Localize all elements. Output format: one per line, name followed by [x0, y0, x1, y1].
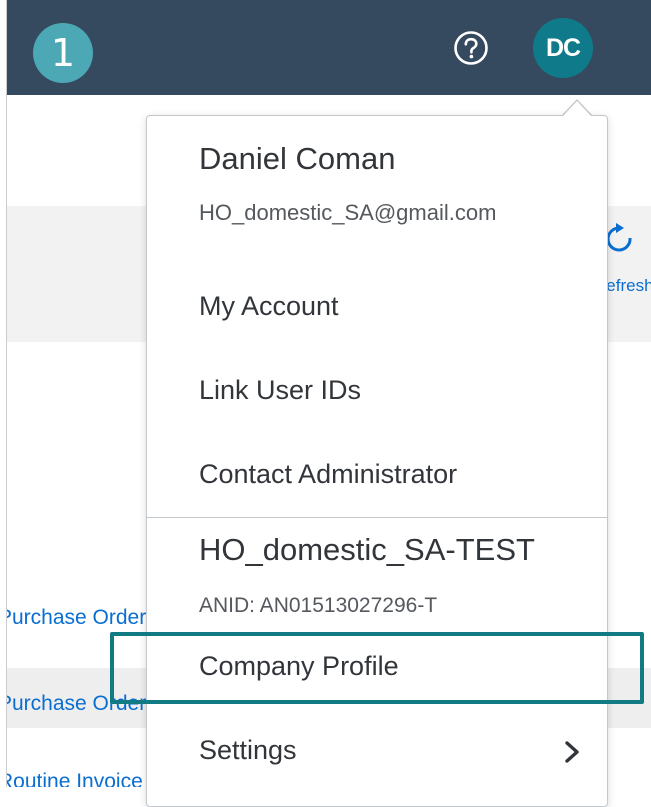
- menu-caret-fill: [563, 101, 591, 116]
- question-circle-icon[interactable]: [452, 29, 490, 67]
- company-profile-highlight: [110, 632, 644, 704]
- user-avatar-button[interactable]: DC: [533, 18, 593, 78]
- menu-item-my-account[interactable]: My Account: [199, 291, 339, 322]
- menu-item-contact-administrator[interactable]: Contact Administrator: [199, 459, 457, 490]
- refresh-icon[interactable]: [604, 222, 638, 262]
- menu-item-link-user-ids[interactable]: Link User IDs: [199, 375, 361, 406]
- refresh-label[interactable]: Refresh: [602, 276, 651, 296]
- menu-user-email: HO_domestic_SA@gmail.com: [199, 200, 497, 225]
- menu-company-anid: ANID: AN01513027296-T: [199, 594, 438, 617]
- menu-divider: [147, 517, 607, 518]
- chevron-right-icon: [565, 741, 579, 763]
- menu-user-name: Daniel Coman: [199, 141, 396, 176]
- menu-company-name: HO_domestic_SA-TEST: [199, 532, 535, 567]
- menu-item-settings[interactable]: Settings: [199, 735, 297, 766]
- step-number-badge: 1: [33, 23, 93, 83]
- background-row-link[interactable]: Routine Invoice: [7, 770, 143, 787]
